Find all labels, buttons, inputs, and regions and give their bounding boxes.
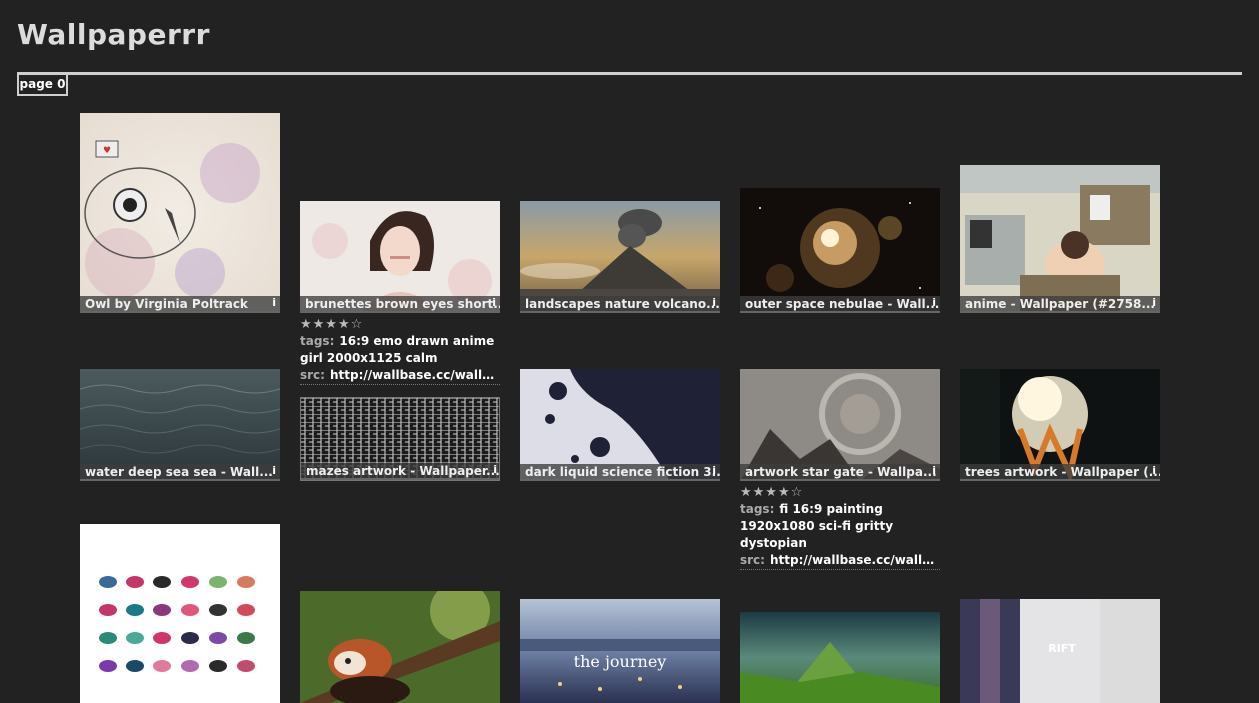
wallpaper-card[interactable]: anime - Wallpaper (#2758... i <box>960 165 1160 313</box>
journey-overlay-text: the journey <box>574 652 667 671</box>
wallpaper-card[interactable]: ♥ Owl by Virginia Poltrack i <box>80 113 280 313</box>
wallpaper-card[interactable]: the journey <box>520 599 720 703</box>
card-caption[interactable]: artwork star gate - Wallpa... i <box>740 464 940 481</box>
card-caption[interactable]: brunettes brown eyes short... i <box>300 296 500 313</box>
info-button[interactable]: i <box>1152 296 1156 310</box>
src-label: src: <box>300 368 325 382</box>
wallpaper-thumbnail[interactable] <box>80 524 280 703</box>
wallpaper-thumbnail[interactable]: RIFT <box>960 599 1160 703</box>
info-button[interactable]: i <box>932 296 936 310</box>
info-button[interactable]: i <box>272 464 276 478</box>
wallpaper-card[interactable] <box>300 591 500 703</box>
rating-stars[interactable]: ★★★★☆ <box>740 484 940 501</box>
card-caption[interactable]: dark liquid science fiction 3... i <box>520 464 720 481</box>
src-link[interactable]: http://wallbase.cc/wallpa... <box>770 553 940 567</box>
wallpaper-thumbnail[interactable]: the journey <box>520 599 720 703</box>
card-title: Owl by Virginia Poltrack <box>85 297 248 311</box>
wallpaper-card[interactable]: water deep sea sea - Wall... i <box>80 369 280 481</box>
wallpaper-thumbnail[interactable] <box>740 612 940 703</box>
src-link[interactable]: http://wallbase.cc/wallpa... <box>330 368 500 382</box>
card-caption[interactable]: outer space nebulae - Wall... i <box>740 296 940 313</box>
card-details: ★★★★☆ tags: 16:9 emo drawn anime girl 200… <box>300 316 500 388</box>
wallpaper-card[interactable]: landscapes nature volcano... i <box>520 201 720 313</box>
header-divider <box>17 72 1242 75</box>
card-title: brunettes brown eyes short... <box>305 297 500 311</box>
card-caption[interactable]: Owl by Virginia Poltrack i <box>80 296 280 313</box>
card-caption[interactable]: landscapes nature volcano... i <box>520 296 720 313</box>
card-title: outer space nebulae - Wall... <box>745 297 940 311</box>
wallpaper-card[interactable]: mazes artwork - Wallpaper... i <box>300 397 500 481</box>
wallpaper-thumbnail[interactable] <box>740 188 940 313</box>
info-button[interactable]: i <box>1152 464 1156 478</box>
wallpaper-card[interactable] <box>80 524 280 703</box>
src-label: src: <box>740 553 765 567</box>
app-title: Wallpaperrr <box>17 18 210 51</box>
card-title: artwork star gate - Wallpa... <box>745 465 937 479</box>
info-button[interactable]: i <box>272 296 276 310</box>
info-button[interactable]: i <box>492 296 496 310</box>
wallpaper-card[interactable]: artwork star gate - Wallpa... i <box>740 369 940 481</box>
card-title: dark liquid science fiction 3... <box>525 465 720 479</box>
rating-stars[interactable]: ★★★★☆ <box>300 316 500 333</box>
card-title: anime - Wallpaper (#2758... <box>965 297 1155 311</box>
wallpaper-thumbnail[interactable] <box>960 165 1160 313</box>
info-button[interactable]: i <box>712 464 716 478</box>
card-title: trees artwork - Wallpaper (... <box>965 465 1160 479</box>
wallpaper-card[interactable]: brunettes brown eyes short... i <box>300 201 500 313</box>
card-caption[interactable]: water deep sea sea - Wall... i <box>80 464 280 481</box>
wallpaper-thumbnail[interactable] <box>300 591 500 703</box>
card-title: landscapes nature volcano... <box>525 297 720 311</box>
rift-overlay-text: RIFT <box>1048 642 1076 655</box>
info-button[interactable]: i <box>932 464 936 478</box>
wallpaper-card[interactable]: dark liquid science fiction 3... i <box>520 369 720 481</box>
info-button[interactable]: i <box>493 463 497 477</box>
card-caption[interactable]: mazes artwork - Wallpaper... i <box>301 463 500 480</box>
info-button[interactable]: i <box>712 296 716 310</box>
tags-label: tags: <box>740 502 775 516</box>
wallpaper-thumbnail[interactable]: ♥ <box>80 113 280 313</box>
wallpaper-card[interactable]: trees artwork - Wallpaper (... i <box>960 369 1160 481</box>
tags-label: tags: <box>300 334 335 348</box>
card-details: ★★★★☆ tags: fi 16:9 painting 1920x1080 sc… <box>740 484 940 570</box>
wallpaper-card[interactable] <box>740 612 940 703</box>
page-tab[interactable]: page 0 <box>17 74 68 96</box>
wallpaper-card[interactable]: RIFT <box>960 599 1160 703</box>
svg-text:♥: ♥ <box>103 146 111 156</box>
card-title: water deep sea sea - Wall... <box>85 465 273 479</box>
card-caption[interactable]: anime - Wallpaper (#2758... i <box>960 296 1160 313</box>
wallpaper-card[interactable]: outer space nebulae - Wall... i <box>740 188 940 313</box>
card-caption[interactable]: trees artwork - Wallpaper (... i <box>960 464 1160 481</box>
card-title: mazes artwork - Wallpaper... <box>306 464 500 478</box>
